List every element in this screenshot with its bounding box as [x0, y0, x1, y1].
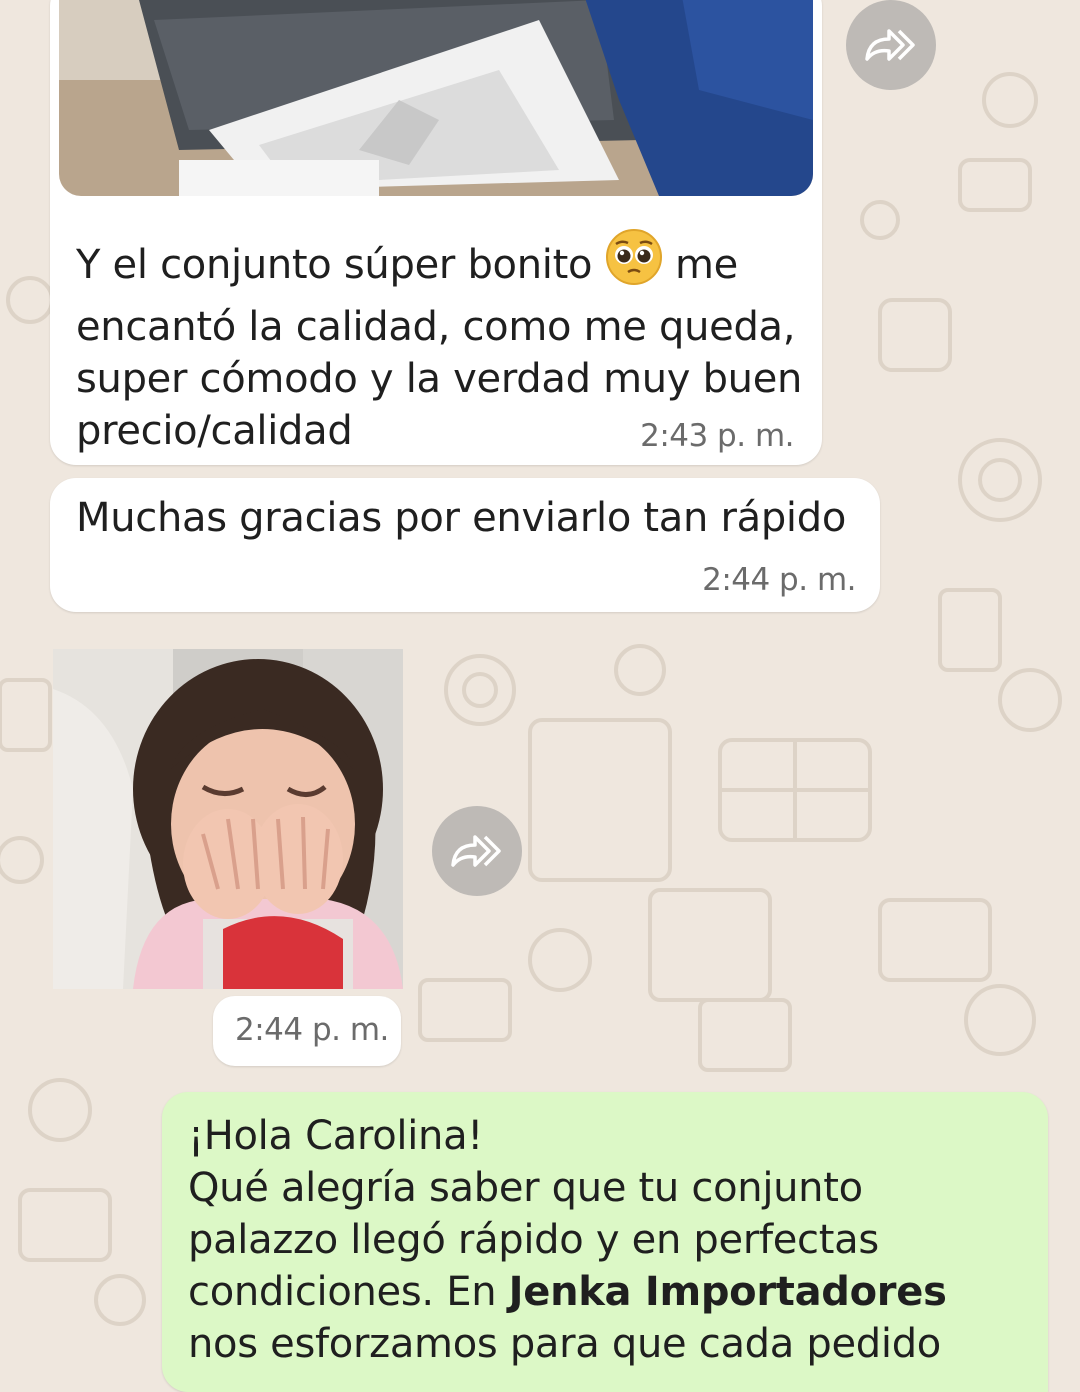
crying-girl-photo[interactable]	[53, 649, 403, 989]
message-timestamp: 2:44 p. m.	[702, 562, 856, 598]
message-timestamp: 2:44 p. m.	[235, 1012, 389, 1048]
message-text: encantó la calidad, como me queda,	[76, 304, 796, 350]
message-text: Qué alegría saber que tu conjunto	[188, 1165, 863, 1211]
message-text: nos esforzamos para que cada pedido	[188, 1321, 941, 1367]
forward-button[interactable]	[846, 0, 936, 90]
message-text: ¡Hola Carolina!	[188, 1113, 484, 1159]
message-text: condiciones. En	[188, 1269, 509, 1315]
message-text: Y el conjunto súper bonito	[76, 242, 593, 288]
message-timestamp: 2:43 p. m.	[640, 418, 794, 454]
incoming-message-bubble[interactable]: Muchas gracias por enviarlo tan rápido 2…	[50, 478, 880, 612]
clothing-package-photo[interactable]	[59, 0, 813, 196]
forward-button[interactable]	[432, 806, 522, 896]
brand-name: Jenka Importadores	[508, 1269, 947, 1315]
forward-icon	[451, 835, 501, 867]
message-text: me	[674, 242, 738, 288]
image-timestamp-pill: 2:44 p. m.	[213, 996, 401, 1066]
incoming-message-bubble[interactable]: Y el conjunto súper bonito me encantó la…	[50, 0, 822, 465]
message-text: super cómodo y la verdad muy buen	[76, 356, 803, 402]
message-text: Muchas gracias por enviarlo tan rápido	[76, 495, 847, 541]
message-text: palazzo llegó rápido y en perfectas	[188, 1217, 879, 1263]
pleading-face-emoji	[605, 228, 663, 286]
outgoing-message-bubble[interactable]: ¡Hola Carolina! Qué alegría saber que tu…	[162, 1092, 1048, 1392]
forward-icon	[865, 29, 915, 61]
